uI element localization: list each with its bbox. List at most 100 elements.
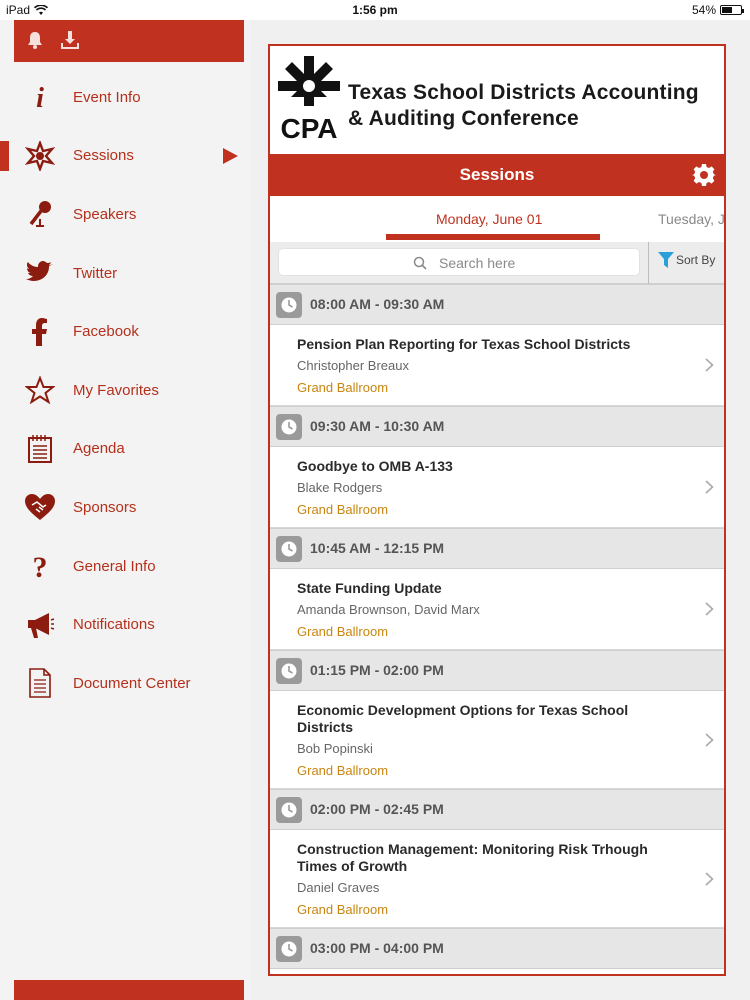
clock-icon: [276, 292, 302, 318]
cpa-logo-text: CPA: [280, 113, 337, 144]
time-slot-label: 10:45 AM - 12:15 PM: [310, 540, 445, 556]
clock-icon: [276, 797, 302, 823]
sidebar-item-label: My Favorites: [73, 381, 159, 399]
session-title: Goodbye to OMB A-133: [297, 458, 453, 474]
chevron-right-icon: [705, 732, 714, 747]
agenda-icon: [24, 433, 56, 465]
sidebar-item-label: General Info: [73, 557, 156, 575]
session-speakers: Blake Rodgers: [297, 480, 383, 495]
time-slot-header: 02:00 PM - 02:45 PM: [270, 789, 724, 830]
session-speakers: Christopher Breaux: [297, 358, 409, 373]
conference-title-line2: & Auditing Conference: [348, 107, 579, 130]
battery-percent: 54%: [691, 3, 716, 17]
time-slot-label: 08:00 AM - 09:30 AM: [310, 296, 445, 312]
search-input[interactable]: Search here: [278, 248, 640, 276]
bell-icon[interactable]: [24, 29, 46, 51]
sidebar-item-sessions[interactable]: Sessions: [0, 127, 250, 186]
session-row[interactable]: State Funding Update Amanda Brownson, Dav…: [270, 569, 724, 650]
sidebar-item-label: Agenda: [73, 440, 125, 458]
time-slot-label: 01:15 PM - 02:00 PM: [310, 662, 444, 678]
time-slot-header: 01:15 PM - 02:00 PM: [270, 650, 724, 691]
clock-icon: [276, 414, 302, 440]
clock-icon: [276, 536, 302, 562]
handshake-icon: [24, 491, 56, 523]
search-icon: [413, 256, 427, 270]
conference-title-line1: Texas School Districts Accounting: [348, 81, 699, 104]
day-tabs: Monday, June 01 Tuesday, J: [270, 196, 724, 242]
chevron-right-icon: [705, 871, 714, 886]
time-slot-header: 10:45 AM - 12:15 PM: [270, 528, 724, 569]
sidebar-item-label: Notifications: [73, 616, 155, 634]
sessions-header: Sessions: [270, 154, 724, 196]
svg-text:i: i: [36, 83, 44, 111]
sidebar-item-label: Facebook: [73, 323, 139, 341]
sidebar-nav: i Event Info Sessions Speakers Twitter F…: [0, 68, 250, 713]
conference-title: Texas School Districts Accounting & Audi…: [348, 80, 699, 132]
sidebar-item-label: Event Info: [73, 88, 141, 106]
chevron-right-icon: [705, 358, 714, 372]
sessions-icon: [24, 140, 56, 172]
document-icon: [24, 667, 56, 699]
sidebar-item-agenda[interactable]: Agenda: [0, 420, 250, 479]
time-slot-header: 03:00 PM - 04:00 PM: [270, 928, 724, 969]
battery-icon: [720, 5, 744, 15]
session-speakers: Daniel Graves: [297, 880, 380, 895]
session-row[interactable]: Construction Management: Monitoring Risk…: [270, 830, 724, 928]
gear-icon[interactable]: [692, 163, 716, 187]
active-indicator: [0, 140, 9, 171]
cpa-logo: CPA: [278, 56, 340, 144]
sidebar-item-label: Speakers: [73, 205, 137, 223]
session-row[interactable]: Economic Development Options for Texas S…: [270, 691, 724, 789]
download-icon[interactable]: [59, 29, 81, 51]
sidebar-item-facebook[interactable]: Facebook: [0, 302, 250, 361]
filter-icon: [658, 252, 674, 268]
sort-by-button[interactable]: Sort By: [658, 251, 715, 269]
info-icon: i: [24, 81, 56, 113]
sidebar-item-label: Sponsors: [73, 498, 137, 516]
sidebar-item-my-favorites[interactable]: My Favorites: [0, 361, 250, 420]
session-row[interactable]: Pension Plan Reporting for Texas School …: [270, 325, 724, 406]
sidebar-toolbar: [14, 20, 244, 62]
sort-by-label: Sort By: [676, 253, 716, 267]
sidebar-item-document-center[interactable]: Document Center: [0, 654, 250, 713]
sidebar-item-label: Twitter: [73, 264, 118, 282]
page-title: Sessions: [459, 165, 535, 184]
time-slot-header: 08:00 AM - 09:30 AM: [270, 284, 724, 325]
sidebar-item-sponsors[interactable]: Sponsors: [0, 478, 250, 537]
session-room: Grand Ballroom: [297, 624, 389, 639]
microphone-icon: [24, 198, 56, 230]
sidebar-footer-bar: [14, 980, 244, 1000]
session-title: State Funding Update: [297, 580, 442, 596]
sidebar-item-label: Sessions: [73, 147, 134, 165]
tab-monday[interactable]: Monday, June 01: [436, 211, 542, 227]
search-row: Search here Sort By: [270, 242, 724, 284]
twitter-icon: [24, 257, 56, 289]
facebook-icon: [24, 316, 56, 348]
session-speakers: Bob Popinski: [297, 741, 373, 756]
clock-icon: [276, 936, 302, 962]
conference-banner: CPA Texas School Districts Accounting & …: [270, 46, 724, 154]
sidebar-item-general-info[interactable]: ? General Info: [0, 537, 250, 596]
sidebar-item-notifications[interactable]: Notifications: [0, 595, 250, 654]
sidebar-item-label: Document Center: [73, 674, 191, 692]
sidebar-item-speakers[interactable]: Speakers: [0, 185, 250, 244]
session-speakers: Amanda Brownson, David Marx: [297, 602, 480, 617]
time-slot-label: 09:30 AM - 10:30 AM: [310, 418, 445, 434]
time-slot-header: 09:30 AM - 10:30 AM: [270, 406, 724, 447]
selected-day-indicator: [386, 234, 600, 240]
tab-tuesday[interactable]: Tuesday, J: [658, 211, 724, 227]
sidebar-item-event-info[interactable]: i Event Info: [0, 68, 250, 127]
schedule-list: 08:00 AM - 09:30 AM Pension Plan Reportin…: [270, 284, 724, 969]
session-room: Grand Ballroom: [297, 902, 389, 917]
chevron-right-icon: [705, 480, 714, 494]
sidebar-item-twitter[interactable]: Twitter: [0, 244, 250, 303]
active-arrow-icon: [223, 147, 238, 164]
star-icon: [24, 374, 56, 406]
session-title: Economic Development Options for Texas S…: [297, 702, 629, 735]
time-slot-label: 03:00 PM - 04:00 PM: [310, 940, 444, 956]
svg-text:?: ?: [33, 551, 48, 581]
divider: [648, 242, 649, 284]
clock-time: 1:56 pm: [352, 3, 398, 17]
status-bar: iPad 1:56 pm 54%: [0, 0, 750, 20]
session-row[interactable]: Goodbye to OMB A-133 Blake Rodgers Grand B…: [270, 447, 724, 528]
